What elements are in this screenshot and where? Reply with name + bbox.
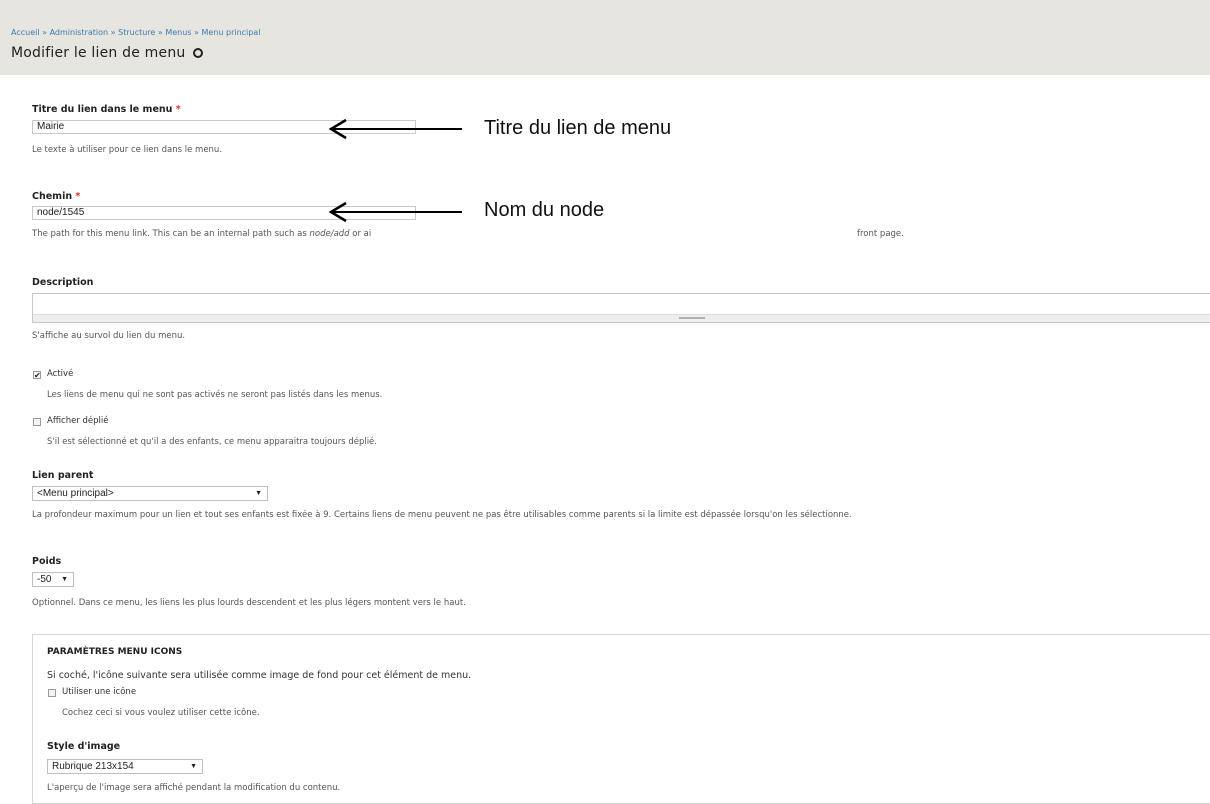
arrow-path-annotation — [328, 201, 462, 223]
annotation-path-note: Nom du node — [484, 199, 605, 221]
arrow-title-annotation — [328, 118, 462, 140]
annotation-title-note: Titre du lien de menu — [484, 117, 672, 139]
